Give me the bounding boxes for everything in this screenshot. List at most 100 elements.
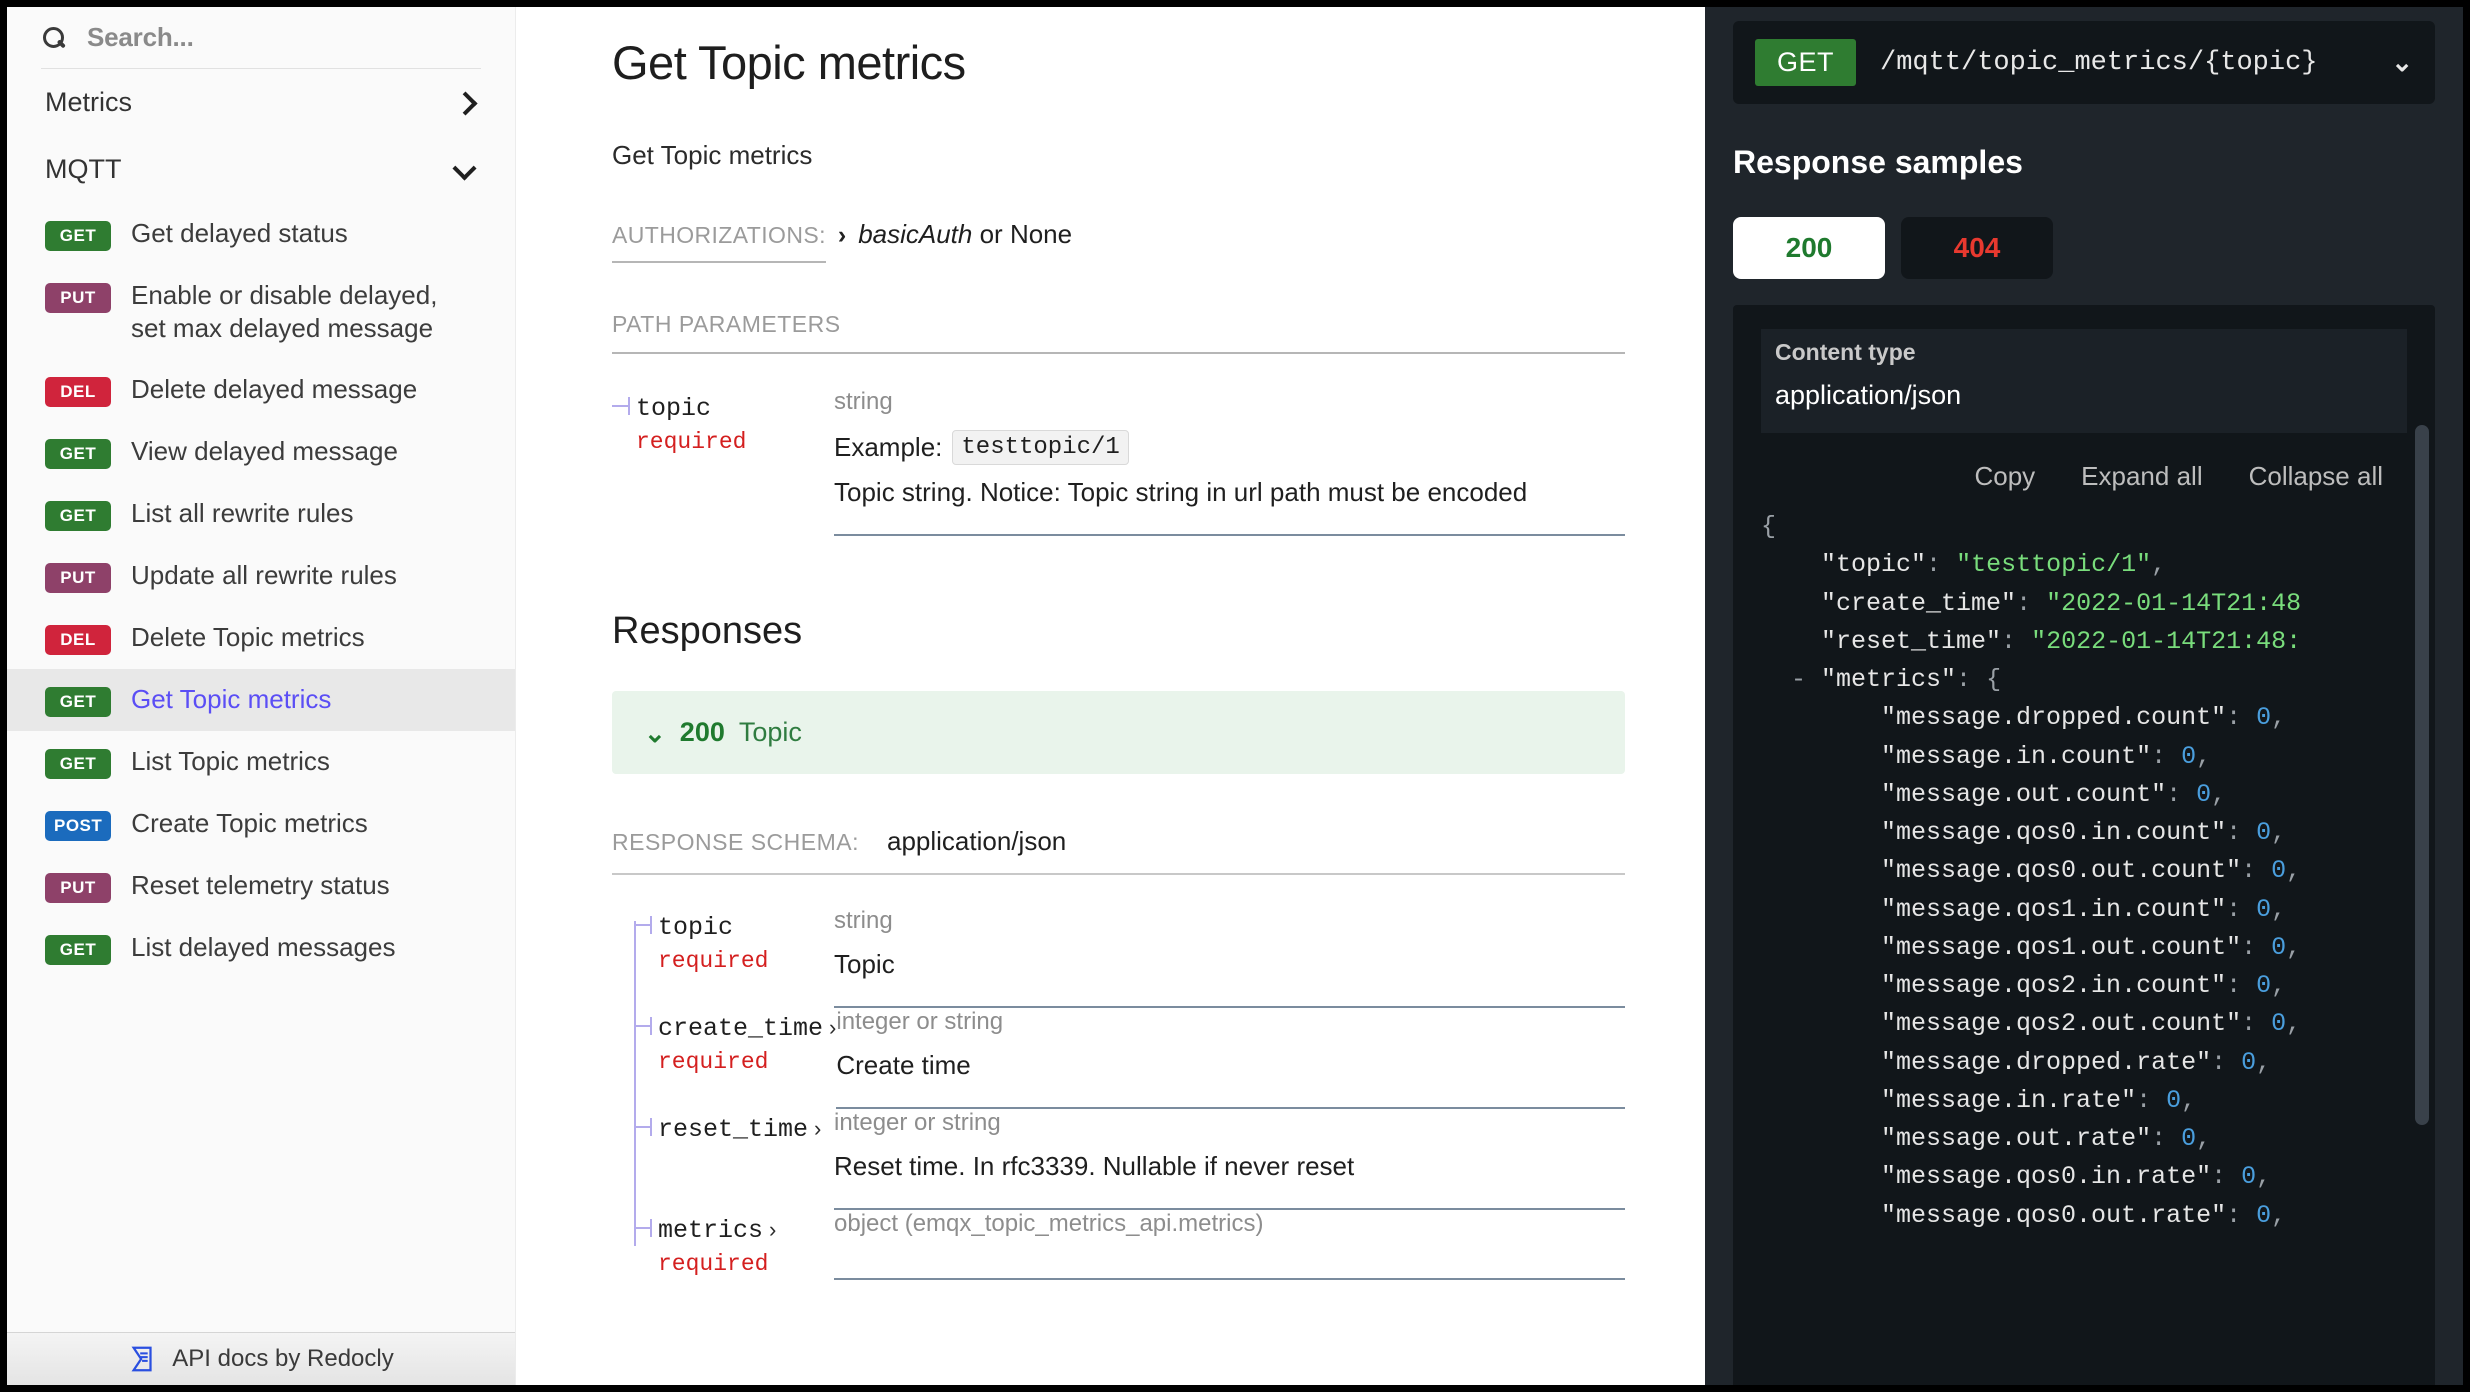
method-badge: PUT [45, 563, 111, 593]
sidebar-item-label: Enable or disable delayed, set max delay… [131, 279, 461, 345]
tab-status-200[interactable]: 200 [1733, 217, 1885, 279]
sidebar-footer[interactable]: API docs by Redocly [7, 1332, 515, 1385]
code-line: "message.in.count": 0, [1761, 738, 2397, 776]
code-line: "message.qos1.out.count": 0, [1761, 929, 2397, 967]
search-icon [41, 25, 67, 51]
code-line: "message.out.rate": 0, [1761, 1120, 2397, 1158]
tree-tick-icon [612, 405, 630, 407]
page-description: Get Topic metrics [612, 140, 1625, 171]
param-name: reset_time [658, 1115, 808, 1144]
param-description: Reset time. In rfc3339. Nullable if neve… [834, 1151, 1625, 1182]
sidebar-item-label: Get delayed status [131, 217, 348, 250]
auth-scheme: basicAuth [858, 219, 972, 249]
param-value-cell: stringTopic [834, 907, 1625, 1008]
response-200-accordion[interactable]: ⌄ 200 Topic [612, 691, 1625, 774]
code-line: "message.qos2.in.count": 0, [1761, 967, 2397, 1005]
sidebar-group-mqtt[interactable]: MQTT [7, 136, 515, 203]
method-badge: GET [45, 221, 111, 251]
content-type-box: Content type application/json [1761, 329, 2407, 433]
collapse-all-button[interactable]: Collapse all [2249, 461, 2383, 492]
code-scrollbar[interactable] [2415, 425, 2429, 1125]
method-badge: DEL [45, 625, 111, 655]
sidebar-item-get-topic-metrics[interactable]: GET Get Topic metrics [7, 669, 515, 731]
sidebar-item-list-delayed-messages[interactable]: GET List delayed messages [7, 917, 515, 979]
code-line: "topic": "testtopic/1", [1761, 546, 2397, 584]
expand-all-button[interactable]: Expand all [2081, 461, 2202, 492]
sidebar-item-view-delayed-message[interactable]: GET View delayed message [7, 421, 515, 483]
sidebar-item-label: View delayed message [131, 435, 398, 468]
code-line: "message.qos0.in.rate": 0, [1761, 1158, 2397, 1196]
sidebar-item-label: Delete delayed message [131, 373, 417, 406]
param-name: metrics [658, 1216, 763, 1245]
method-badge: GET [45, 501, 111, 531]
chevron-right-icon[interactable]: › [814, 1116, 821, 1141]
table-row: topicrequiredstringTopic [634, 907, 1625, 1008]
method-badge: GET [45, 749, 111, 779]
sidebar-group-label: MQTT [45, 154, 121, 185]
authorizations-value: basicAuth or None [858, 219, 1072, 250]
code-line: { [1761, 508, 2397, 546]
redocly-logo-icon [128, 1344, 158, 1374]
page-title: Get Topic metrics [612, 35, 1625, 90]
search-input[interactable]: Search... [41, 7, 481, 69]
responses-title: Responses [612, 610, 1625, 653]
param-type: string [834, 907, 1625, 935]
auth-suffix: or None [972, 219, 1072, 249]
copy-button[interactable]: Copy [1974, 461, 2035, 492]
sidebar-item-enable-or-disable-delayed-set-max-delayed-message[interactable]: PUTEnable or disable delayed, set max de… [7, 265, 515, 359]
method-badge: GET [45, 687, 111, 717]
method-badge: POST [45, 811, 111, 841]
method-badge: PUT [45, 873, 111, 903]
sidebar-item-delete-topic-metrics[interactable]: DELDelete Topic metrics [7, 607, 515, 669]
sidebar-item-reset-telemetry-status[interactable]: PUT Reset telemetry status [7, 855, 515, 917]
main-content: Get Topic metrics Get Topic metrics AUTH… [516, 7, 1705, 1385]
chevron-right-icon[interactable]: › [769, 1217, 776, 1242]
param-name: create_time [658, 1014, 823, 1043]
param-type: integer or string [836, 1008, 1625, 1036]
code-line: "message.dropped.count": 0, [1761, 699, 2397, 737]
method-badge: GET [45, 935, 111, 965]
code-line: "message.qos0.out.count": 0, [1761, 852, 2397, 890]
code-line: "reset_time": "2022-01-14T21:48: [1761, 623, 2397, 661]
chevron-right-icon [453, 92, 475, 114]
chevron-right-icon[interactable]: › [838, 221, 846, 250]
code-line: "message.qos2.out.count": 0, [1761, 1005, 2397, 1043]
sidebar-item-label: Get Topic metrics [131, 683, 331, 716]
tree-tick-icon [634, 1126, 652, 1128]
path-parameters-table: topic required string Example: testtopic… [612, 388, 1625, 536]
param-key-cell: reset_time› [634, 1109, 834, 1210]
endpoint-selector[interactable]: GET /mqtt/topic_metrics/{topic} ⌄ [1733, 21, 2435, 104]
response-status-text: Topic [739, 717, 802, 748]
response-status-code: 200 [680, 717, 725, 748]
sidebar-footer-label: API docs by Redocly [172, 1345, 393, 1373]
sidebar-item-update-all-rewrite-rules[interactable]: PUT Update all rewrite rules [7, 545, 515, 607]
tab-status-404[interactable]: 404 [1901, 217, 2053, 279]
param-key-cell: create_time›required [634, 1008, 836, 1109]
method-badge: GET [45, 439, 111, 469]
sidebar-group-metrics[interactable]: Metrics [7, 69, 515, 136]
endpoint-method-badge: GET [1755, 39, 1856, 86]
sidebar-operation-list: GETGet delayed statusPUTEnable or disabl… [7, 203, 515, 979]
sidebar-item-list-topic-metrics[interactable]: GETList Topic metrics [7, 731, 515, 793]
param-description: Topic string. Notice: Topic string in ur… [834, 477, 1625, 508]
code-actions: Copy Expand all Collapse all [1761, 441, 2407, 508]
param-example: Example: testtopic/1 [834, 430, 1625, 465]
sidebar-item-label: Update all rewrite rules [131, 559, 397, 592]
sidebar-item-label: List all rewrite rules [131, 497, 354, 530]
sidebar-item-label: Reset telemetry status [131, 869, 390, 902]
endpoint-path: /mqtt/topic_metrics/{topic} [1880, 48, 2367, 78]
sidebar-item-label: List delayed messages [131, 931, 395, 964]
sidebar: Search... Metrics MQTT GET Get delayed st… [7, 7, 516, 1385]
code-line: "create_time": "2022-01-14T21:48 [1761, 585, 2397, 623]
sidebar-item-list-all-rewrite-rules[interactable]: GET List all rewrite rules [7, 483, 515, 545]
right-panel: GET /mqtt/topic_metrics/{topic} ⌄ Respon… [1705, 7, 2463, 1385]
content-type-value[interactable]: application/json [1775, 380, 2393, 411]
response-schema-label: RESPONSE SCHEMA: [612, 829, 859, 856]
sidebar-item-create-topic-metrics[interactable]: POSTCreate Topic metrics [7, 793, 515, 855]
authorizations-row: AUTHORIZATIONS: › basicAuth or None [612, 219, 1625, 263]
chevron-right-icon[interactable]: › [829, 1015, 836, 1040]
sidebar-item-delete-delayed-message[interactable]: DELDelete delayed message [7, 359, 515, 421]
param-key-cell: topic required [612, 388, 834, 536]
sidebar-item-get-delayed-status[interactable]: GET Get delayed status [7, 203, 515, 265]
search-placeholder: Search... [87, 22, 194, 53]
